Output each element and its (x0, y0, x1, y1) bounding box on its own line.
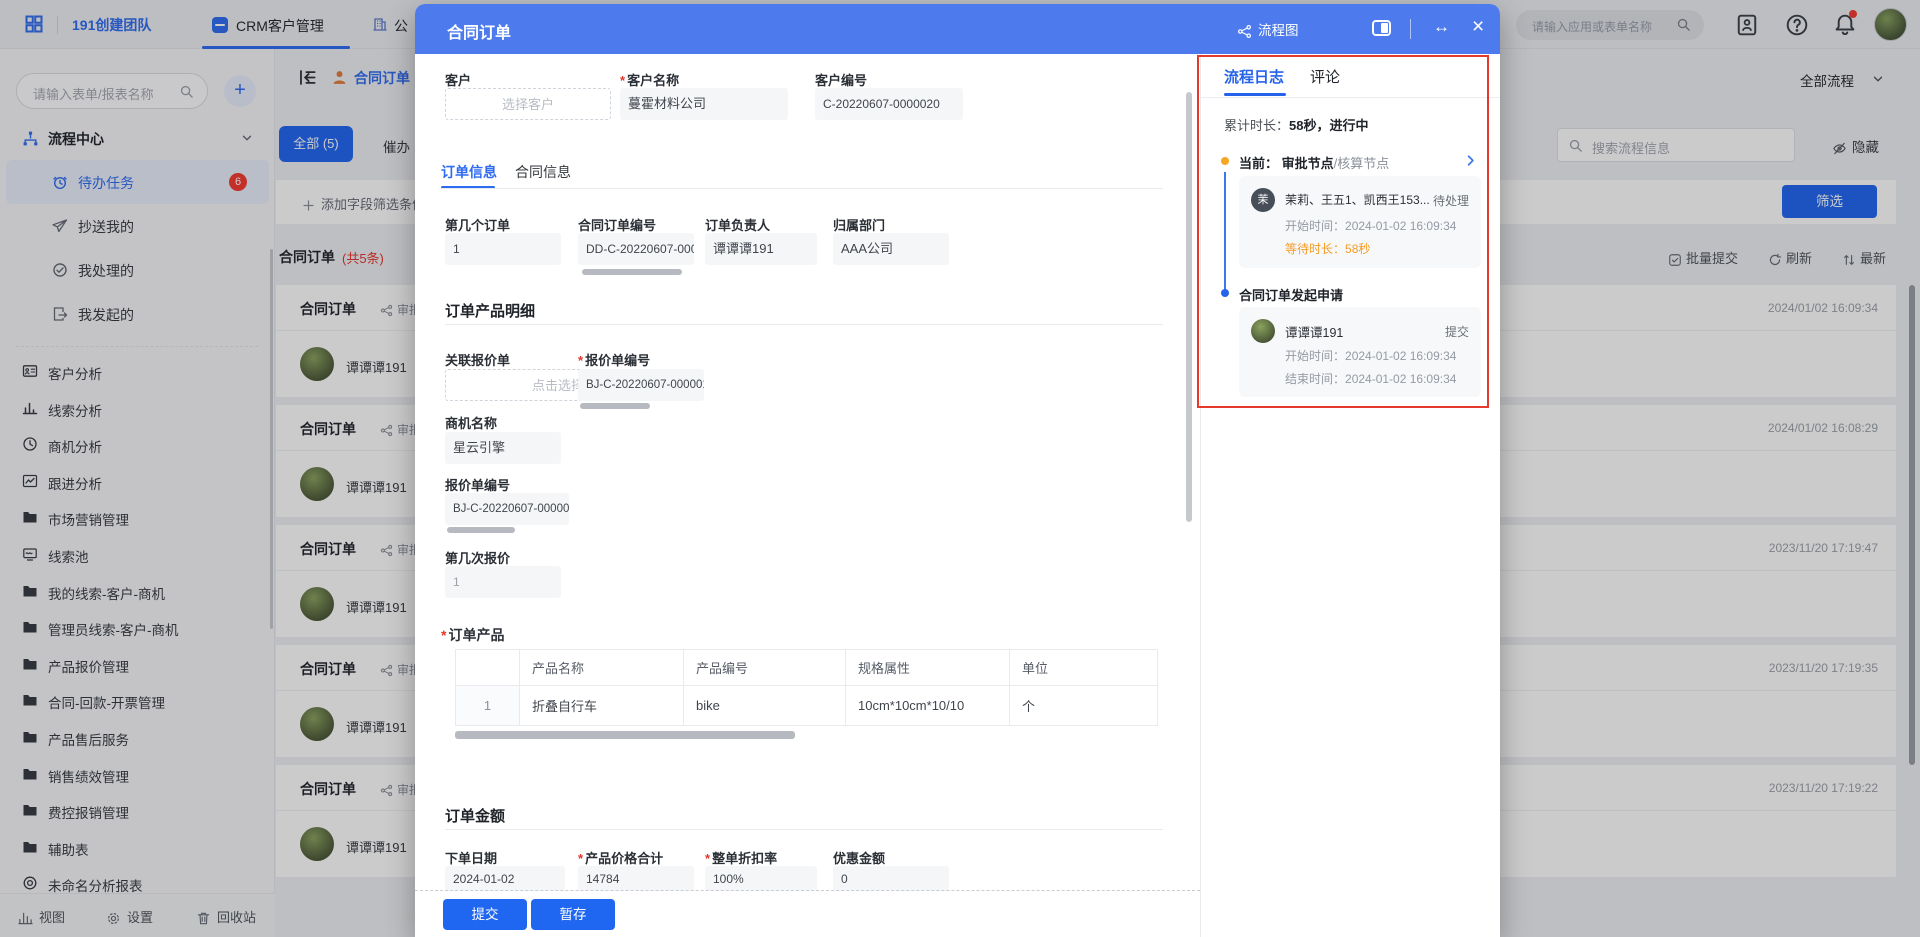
cell-spec[interactable]: 10cm*10cm*10/10 (846, 686, 1010, 726)
quote-no2-field[interactable]: BJ-C-20220607-0000019 (445, 493, 569, 525)
coupon-label: 优惠金额 (833, 848, 885, 867)
save-draft-button[interactable]: 暂存 (531, 899, 615, 930)
quote-no-field[interactable]: BJ-C-20220607-0000019 (578, 369, 704, 401)
modal-title: 合同订单 (447, 19, 511, 43)
customer-select-field[interactable]: 选择客户 (445, 88, 611, 120)
total-field[interactable]: 14784 (578, 866, 694, 892)
order-no-label: 合同订单编号 (578, 215, 656, 234)
expand-icon[interactable]: ↔ (1433, 17, 1450, 37)
order-owner-label: 订单负责人 (705, 215, 770, 234)
flow-tab-divider (1201, 97, 1500, 98)
quote-no2-label: 报价单编号 (445, 475, 510, 494)
timeline-connector (1224, 172, 1226, 291)
biz-name-label: 商机名称 (445, 413, 497, 432)
modal-footer: 提交 暂存 (415, 891, 1200, 937)
products-table: 产品名称 产品编号 规格属性 单位 1 折叠自行车 bike 10cm*10cm… (455, 649, 1158, 726)
tab-flow-log[interactable]: 流程日志 (1224, 66, 1284, 87)
close-icon[interactable]: × (1472, 15, 1484, 39)
current-node-card[interactable]: 茉 茉莉、王五1、凯西王153... 待处理 开始时间：2024-01-02 1… (1239, 176, 1481, 268)
start-time: 开始时间：2024-01-02 16:09:34 (1285, 217, 1456, 234)
col-header-code: 产品编号 (684, 650, 846, 686)
discount-label: 整单折扣率 (705, 848, 777, 867)
submit-action: 提交 (1445, 323, 1469, 340)
customer-name-label: 客户名称 (620, 70, 679, 89)
contract-order-modal: 合同订单 流程图 ↔ × 客户 选择客户 客户名称 蔓霍材料公司 客户编号 C-… (415, 4, 1500, 937)
tab-divider (441, 188, 1163, 189)
section-amount: 订单金额 (445, 805, 505, 826)
panel-toggle-icon[interactable] (1372, 20, 1391, 36)
flow-chart-icon (1237, 24, 1252, 39)
discount-field[interactable]: 100% (705, 866, 817, 892)
initiated-node-card[interactable]: 谭谭谭191 提交 开始时间：2024-01-02 16:09:34 结束时间：… (1239, 307, 1481, 397)
quote-no-label: 报价单编号 (578, 350, 650, 369)
col-header-unit: 单位 (1010, 650, 1158, 686)
flow-chart-button[interactable]: 流程图 (1237, 19, 1299, 39)
section-product-detail: 订单产品明细 (445, 300, 535, 321)
dept-label: 归属部门 (833, 215, 885, 234)
modal-header: 合同订单 流程图 ↔ × (415, 4, 1500, 54)
approver-names: 茉莉、王五1、凯西王153... (1285, 191, 1430, 208)
chevron-right-icon[interactable] (1463, 153, 1478, 168)
table-h-scrollbar[interactable] (455, 731, 795, 739)
h-scrollbar[interactable] (580, 403, 650, 409)
rel-quote-label: 关联报价单 (445, 350, 510, 369)
order-owner-field[interactable]: 谭谭谭191 (705, 233, 817, 265)
col-header-name: 产品名称 (520, 650, 684, 686)
dept-field[interactable]: AAA公司 (833, 233, 949, 265)
order-date-label: 下单日期 (445, 848, 497, 867)
customer-label: 客户 (445, 70, 471, 89)
end-time: 结束时间：2024-01-02 16:09:34 (1285, 370, 1456, 387)
initiator-name: 谭谭谭191 (1285, 322, 1343, 341)
customer-no-label: 客户编号 (815, 70, 867, 89)
order-index-label: 第几个订单 (445, 215, 510, 234)
initiated-node-dot (1221, 289, 1229, 297)
panel-divider (1200, 54, 1201, 937)
initiator-avatar (1251, 319, 1275, 343)
start-time: 开始时间：2024-01-02 16:09:34 (1285, 347, 1456, 364)
rel-quote-field[interactable]: 点击选择 (445, 369, 585, 401)
total-duration: 58秒 (1289, 118, 1316, 133)
flow-status: ，进行中 (1316, 118, 1368, 133)
coupon-field[interactable]: 0 (833, 866, 949, 892)
tab-order-info[interactable]: 订单信息 (441, 162, 497, 182)
order-date-field[interactable]: 2024-01-02 (445, 866, 565, 892)
divider (1410, 19, 1411, 39)
current-node-dot (1221, 157, 1229, 165)
submit-button[interactable]: 提交 (443, 899, 527, 930)
h-scrollbar[interactable] (582, 269, 682, 275)
h-scrollbar[interactable] (447, 527, 515, 533)
tab-contract-info[interactable]: 合同信息 (515, 162, 571, 182)
app-root: 191创建团队 CRM客户管理 公 请输入应用或表单名称 请输入表单/报表名称 … (0, 0, 1920, 937)
products-label: 订单产品 (441, 625, 504, 645)
cell-product-code[interactable]: bike (684, 686, 846, 726)
approver-avatar: 茉 (1251, 188, 1275, 212)
customer-name-field[interactable]: 蔓霍材料公司 (620, 88, 788, 120)
order-no-field[interactable]: DD-C-20220607-0000020 (578, 233, 694, 265)
cell-unit[interactable]: 个 (1010, 686, 1158, 726)
section-divider (445, 324, 1163, 325)
total-label: 产品价格合计 (578, 848, 663, 867)
order-index-field[interactable]: 1 (445, 233, 561, 265)
initiated-node-title: 合同订单发起申请 (1239, 285, 1343, 304)
pending-status: 待处理 (1433, 192, 1469, 209)
modal-scrollbar[interactable] (1186, 92, 1192, 522)
biz-name-field[interactable]: 星云引擎 (445, 432, 561, 464)
quote-index-label: 第几次报价 (445, 548, 510, 567)
cell-index: 1 (456, 686, 520, 726)
flow-summary: 累计时长：58秒，进行中 (1224, 115, 1369, 134)
col-header-index (456, 650, 520, 686)
section-divider (445, 829, 1163, 830)
wait-duration: 等待时长：58秒 (1285, 240, 1370, 257)
tab-comments[interactable]: 评论 (1310, 66, 1340, 87)
flow-tab-underline (1224, 93, 1286, 96)
cell-product-name[interactable]: 折叠自行车 (520, 686, 684, 726)
customer-no-field[interactable]: C-20220607-0000020 (815, 88, 963, 120)
col-header-spec: 规格属性 (846, 650, 1010, 686)
quote-index-field[interactable]: 1 (445, 566, 561, 598)
current-node-title: 当前： 审批节点/核算节点 (1239, 153, 1389, 172)
